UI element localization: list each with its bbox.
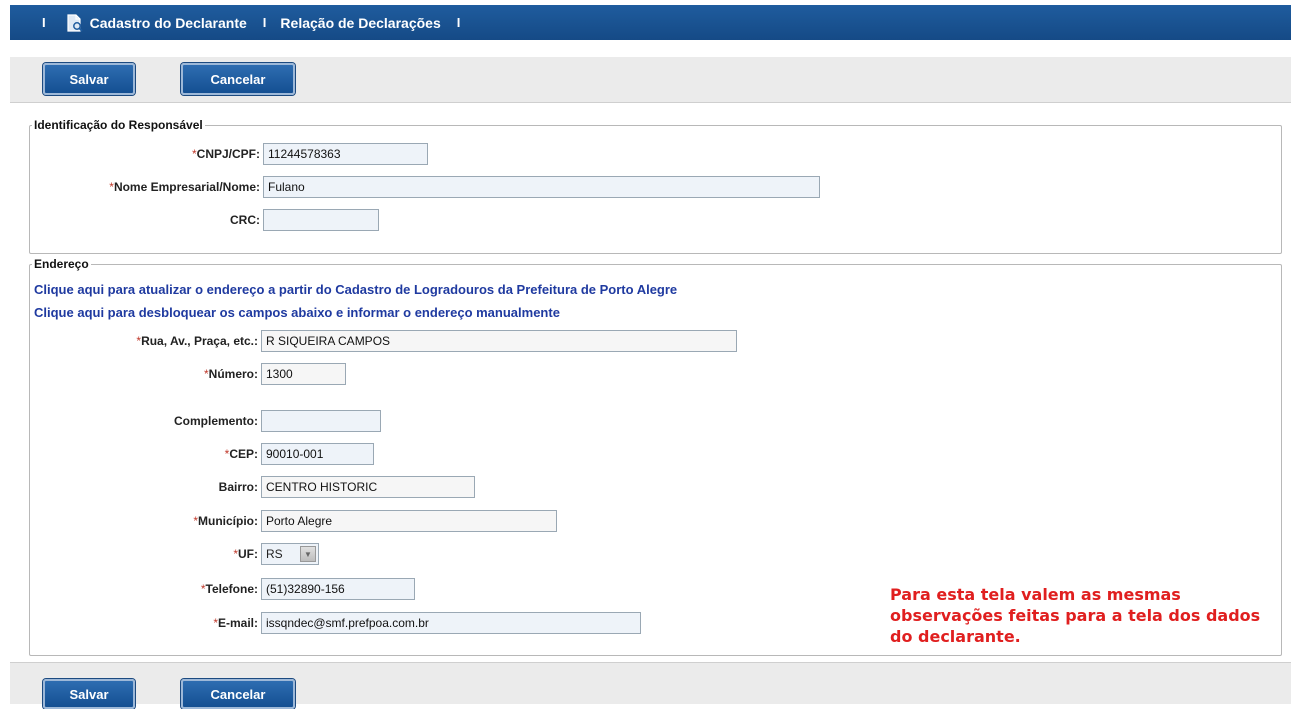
complemento-label: Complemento:: [174, 414, 258, 428]
uf-selected-value: RS: [266, 547, 283, 561]
atualizar-endereco-link[interactable]: Clique aqui para atualizar o endereço a …: [34, 282, 677, 297]
bottom-toolbar: Salvar Cancelar: [10, 662, 1291, 709]
municipio-label: *Município:: [193, 514, 258, 528]
complemento-row: Complemento:: [60, 410, 381, 432]
nav-separator: I: [262, 15, 267, 30]
nome-row: *Nome Empresarial/Nome: Fulano: [40, 176, 820, 198]
complemento-input[interactable]: [261, 410, 381, 432]
email-label: *E-mail:: [213, 616, 258, 630]
cnpj-row: *CNPJ/CPF: 11244578363: [150, 143, 428, 165]
cancel-button[interactable]: Cancelar: [181, 63, 295, 95]
nome-input[interactable]: Fulano: [263, 176, 820, 198]
numero-input[interactable]: 1300: [261, 363, 346, 385]
document-icon: [67, 13, 83, 32]
nav-link-cadastro-declarante[interactable]: Cadastro do Declarante: [64, 13, 247, 33]
cep-row: *CEP: 90010-001: [60, 443, 374, 465]
nome-label: *Nome Empresarial/Nome:: [109, 180, 260, 194]
endereco-legend: Endereço: [34, 257, 89, 271]
email-row: *E-mail: issqndec@smf.prefpoa.com.br: [60, 612, 641, 634]
nav-separator: I: [456, 15, 461, 30]
rua-label: *Rua, Av., Praça, etc.:: [136, 334, 258, 348]
nav-link-label: Relação de Declarações: [280, 14, 441, 31]
chevron-down-icon: ▼: [300, 546, 316, 562]
cnpj-label: *CNPJ/CPF:: [191, 147, 260, 161]
nav-link-label: Cadastro do Declarante: [89, 14, 247, 31]
top-navigation-bar: I Cadastro do Declarante I Relação de De…: [10, 5, 1291, 40]
telefone-row: *Telefone: (51)32890-156: [60, 578, 415, 600]
telefone-label: *Telefone:: [200, 582, 258, 596]
save-button[interactable]: Salvar: [43, 63, 135, 95]
save-button[interactable]: Salvar: [43, 679, 135, 709]
nav-link-relacao-declaracoes[interactable]: Relação de Declarações: [280, 15, 440, 31]
cnpj-input[interactable]: 11244578363: [263, 143, 428, 165]
numero-label: *Número:: [203, 367, 258, 381]
uf-select[interactable]: RS ▼: [261, 543, 319, 565]
crc-label: CRC:: [230, 213, 260, 227]
top-toolbar: Salvar Cancelar: [10, 57, 1291, 103]
rua-row: *Rua, Av., Praça, etc.: R SIQUEIRA CAMPO…: [60, 330, 737, 352]
desbloquear-campos-link[interactable]: Clique aqui para desbloquear os campos a…: [34, 305, 560, 320]
responsavel-legend: Identificação do Responsável: [34, 118, 203, 132]
crc-input[interactable]: [263, 209, 379, 231]
municipio-input[interactable]: Porto Alegre: [261, 510, 557, 532]
municipio-row: *Município: Porto Alegre: [60, 510, 557, 532]
cep-input[interactable]: 90010-001: [261, 443, 374, 465]
email-input[interactable]: issqndec@smf.prefpoa.com.br: [261, 612, 641, 634]
rua-input[interactable]: R SIQUEIRA CAMPOS: [261, 330, 737, 352]
cancel-button[interactable]: Cancelar: [181, 679, 295, 709]
cep-label: *CEP:: [224, 447, 258, 461]
uf-row: *UF: RS ▼: [60, 543, 319, 565]
bairro-input[interactable]: CENTRO HISTORIC: [261, 476, 475, 498]
telefone-input[interactable]: (51)32890-156: [261, 578, 415, 600]
crc-row: CRC:: [150, 209, 379, 231]
uf-label: *UF:: [233, 547, 258, 561]
nav-separator: I: [42, 15, 46, 30]
bairro-label: Bairro:: [218, 480, 258, 494]
numero-row: *Número: 1300: [60, 363, 346, 385]
annotation-note: Para esta tela valem as mesmas observaçõ…: [890, 585, 1261, 646]
bairro-row: Bairro: CENTRO HISTORIC: [60, 476, 475, 498]
